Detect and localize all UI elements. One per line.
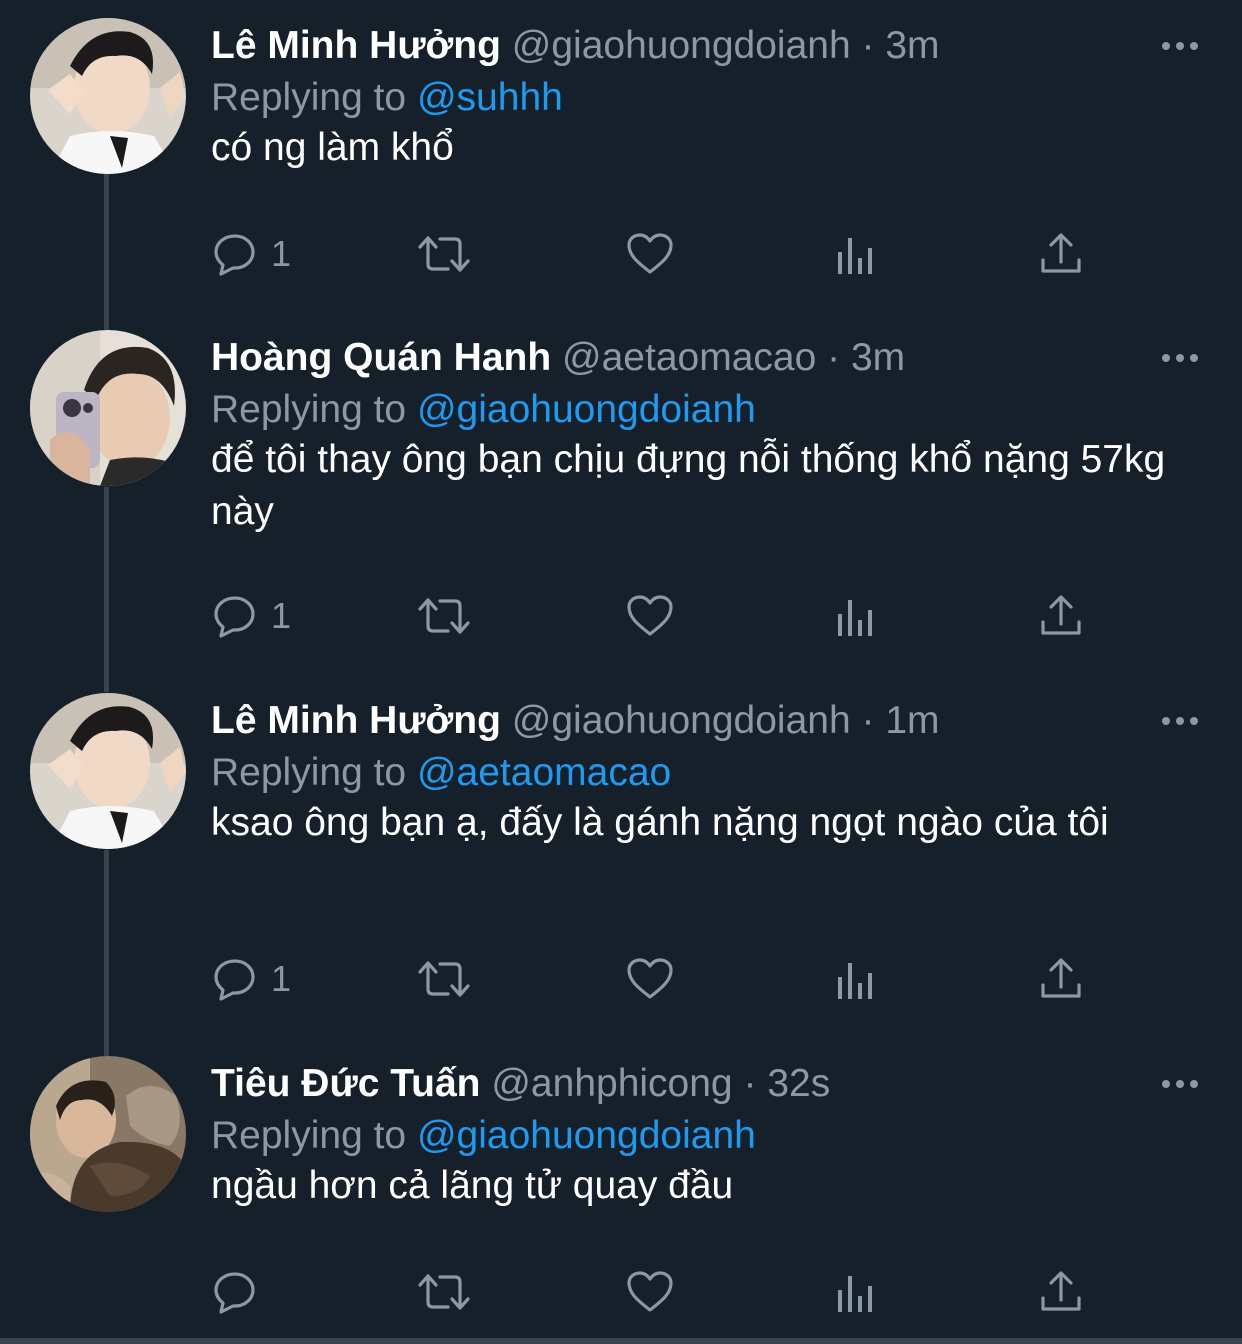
- like-icon: [627, 595, 673, 636]
- share-icon: [1041, 233, 1081, 273]
- display-name[interactable]: Lê Minh Hưởng: [211, 699, 501, 742]
- reply-button[interactable]: [211, 1264, 271, 1320]
- views-button[interactable]: [835, 1264, 879, 1320]
- reply-button[interactable]: 1: [211, 951, 291, 1007]
- retweet-icon: [418, 961, 470, 997]
- tweet[interactable]: Lê Minh Hưởng @giaohuongdoianh · 1m Repl…: [0, 675, 1242, 1025]
- tweet[interactable]: Tiêu Đức Tuấn @anhphicong · 32s Replying…: [0, 1038, 1242, 1338]
- more-options-icon[interactable]: [1158, 26, 1202, 66]
- replying-to: Replying to @suhhh: [211, 72, 563, 124]
- replying-to-label: Replying to: [211, 751, 407, 794]
- tweet-text: có ng làm khổ: [211, 126, 454, 169]
- tweet-text: để tôi thay ông bạn chịu đựng nỗi thống …: [211, 438, 1166, 533]
- display-name[interactable]: Lê Minh Hưởng: [211, 24, 501, 67]
- tweet[interactable]: Lê Minh Hưởng @giaohuongdoianh · 3m Repl…: [0, 0, 1242, 300]
- display-name[interactable]: Tiêu Đức Tuấn: [211, 1062, 481, 1105]
- replying-to-mention[interactable]: @giaohuongdoianh: [417, 388, 756, 431]
- separator-dot: ·: [861, 24, 875, 67]
- bottom-divider: [0, 1338, 1242, 1344]
- timestamp[interactable]: 1m: [885, 699, 939, 742]
- avatar[interactable]: [30, 330, 186, 486]
- action-bar: 1: [211, 226, 1111, 282]
- user-handle[interactable]: @giaohuongdoianh: [512, 24, 851, 67]
- reply-icon: [214, 959, 255, 1001]
- views-icon: [838, 1276, 872, 1312]
- reply-count: 1: [271, 233, 292, 274]
- retweet-button[interactable]: [416, 226, 472, 282]
- share-button[interactable]: [1039, 951, 1083, 1007]
- action-bar: [211, 1264, 1111, 1320]
- retweet-icon: [418, 1274, 470, 1310]
- tweet-header: Lê Minh Hưởng @giaohuongdoianh · 3m: [211, 20, 1141, 72]
- avatar[interactable]: [30, 18, 186, 174]
- share-icon: [1041, 958, 1081, 998]
- share-icon: [1041, 1271, 1081, 1311]
- like-button[interactable]: [625, 951, 675, 1007]
- views-button[interactable]: [835, 951, 879, 1007]
- like-icon: [627, 1271, 673, 1312]
- reply-icon: [214, 234, 255, 276]
- avatar[interactable]: [30, 693, 186, 849]
- share-button[interactable]: [1039, 226, 1083, 282]
- reply-count: 1: [271, 958, 292, 999]
- user-handle[interactable]: @aetaomacao: [562, 336, 816, 379]
- action-bar: 1: [211, 951, 1111, 1007]
- replying-to: Replying to @aetaomacao: [211, 747, 671, 799]
- reply-count: 1: [271, 595, 292, 636]
- retweet-icon: [418, 598, 470, 634]
- share-button[interactable]: [1039, 1264, 1083, 1320]
- user-handle[interactable]: @anhphicong: [491, 1062, 732, 1105]
- tweet[interactable]: Hoàng Quán Hanh @aetaomacao · 3m Replyin…: [0, 312, 1242, 662]
- share-icon: [1041, 595, 1081, 635]
- retweet-button[interactable]: [416, 1264, 472, 1320]
- separator-dot: ·: [827, 336, 841, 379]
- avatar[interactable]: [30, 1056, 186, 1212]
- like-button[interactable]: [625, 226, 675, 282]
- replying-to-mention[interactable]: @aetaomacao: [417, 751, 671, 794]
- reply-icon: [214, 596, 255, 638]
- views-icon: [838, 238, 872, 274]
- more-options-icon[interactable]: [1158, 1064, 1202, 1104]
- user-handle[interactable]: @giaohuongdoianh: [512, 699, 851, 742]
- separator-dot: ·: [861, 699, 875, 742]
- replying-to-label: Replying to: [211, 1114, 407, 1157]
- timestamp[interactable]: 3m: [851, 336, 905, 379]
- views-icon: [838, 600, 872, 636]
- retweet-icon: [418, 236, 470, 272]
- like-button[interactable]: [625, 1264, 675, 1320]
- replying-to: Replying to @giaohuongdoianh: [211, 384, 756, 436]
- tweet-text: ngầu hơn cả lãng tử quay đầu: [211, 1164, 734, 1207]
- replying-to-label: Replying to: [211, 388, 407, 431]
- more-options-icon[interactable]: [1158, 338, 1202, 378]
- tweet-header: Hoàng Quán Hanh @aetaomacao · 3m: [211, 332, 1141, 384]
- share-button[interactable]: [1039, 588, 1083, 644]
- more-options-icon[interactable]: [1158, 701, 1202, 741]
- timestamp[interactable]: 3m: [885, 24, 939, 67]
- reply-button[interactable]: 1: [211, 226, 291, 282]
- reply-icon: [214, 1272, 255, 1314]
- display-name[interactable]: Hoàng Quán Hanh: [211, 336, 551, 379]
- retweet-button[interactable]: [416, 951, 472, 1007]
- views-icon: [838, 963, 872, 999]
- replying-to-mention[interactable]: @suhhh: [417, 76, 563, 119]
- separator-dot: ·: [743, 1062, 757, 1105]
- reply-button[interactable]: 1: [211, 588, 291, 644]
- like-icon: [627, 233, 673, 274]
- tweet-header: Tiêu Đức Tuấn @anhphicong · 32s: [211, 1058, 1141, 1110]
- like-icon: [627, 958, 673, 999]
- replying-to-mention[interactable]: @giaohuongdoianh: [417, 1114, 756, 1157]
- tweet-header: Lê Minh Hưởng @giaohuongdoianh · 1m: [211, 695, 1141, 747]
- views-button[interactable]: [835, 226, 879, 282]
- replying-to-label: Replying to: [211, 76, 407, 119]
- replying-to: Replying to @giaohuongdoianh: [211, 1110, 756, 1162]
- timestamp[interactable]: 32s: [767, 1062, 830, 1105]
- action-bar: 1: [211, 588, 1111, 644]
- tweet-text: ksao ông bạn ạ, đấy là gánh nặng ngọt ng…: [211, 801, 1109, 844]
- retweet-button[interactable]: [416, 588, 472, 644]
- like-button[interactable]: [625, 588, 675, 644]
- views-button[interactable]: [835, 588, 879, 644]
